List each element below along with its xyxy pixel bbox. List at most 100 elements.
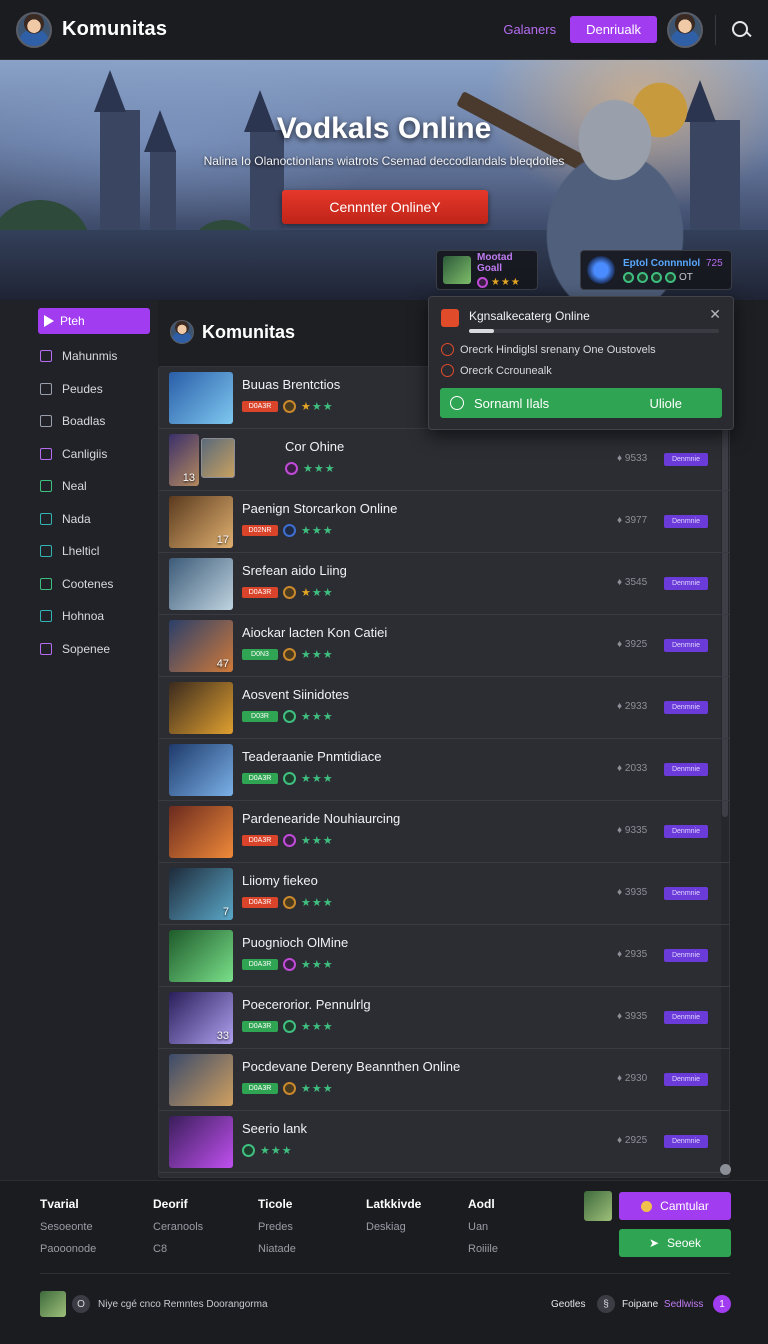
game-icon-thumbnail[interactable]: [201, 438, 235, 478]
footer-link[interactable]: Uan: [468, 1221, 498, 1233]
footer-primary-button[interactable]: Camtular: [619, 1192, 731, 1220]
game-row[interactable]: Seerio lank ★★★ ♦ 2925 Denmnie: [159, 1111, 729, 1173]
sidebar-item-mahunmis[interactable]: Mahunmis: [0, 340, 158, 373]
footer-link[interactable]: Niatade: [258, 1243, 296, 1255]
footer-secondary-button[interactable]: ➤ Seoek: [619, 1229, 731, 1257]
download-game-button[interactable]: Denmnie: [664, 701, 708, 714]
user-avatar[interactable]: [16, 11, 52, 48]
game-meta: D03R ★★★: [242, 710, 334, 723]
game-row[interactable]: 17 Paenign Storcarkon Online D02NR ★★★ ♦ 397…: [159, 491, 729, 553]
download-game-button[interactable]: Denmnie: [664, 887, 708, 900]
game-row[interactable]: Srefean aido Liing D0A3R ★★★ ♦ 3545 Denmnie: [159, 553, 729, 615]
game-row[interactable]: 7 Liiomy fiekeo D0A3R ★★★ ♦ 3935 Denmnie: [159, 863, 729, 925]
download-game-button[interactable]: Denmnie: [664, 763, 708, 776]
sidebar-item-cootenes[interactable]: Cootenes: [0, 568, 158, 601]
sidebar-item-lhelticl[interactable]: Lhelticl: [0, 535, 158, 568]
game-title[interactable]: Aosvent Siinidotes: [242, 687, 349, 702]
game-title[interactable]: Pardenearide Nouhiaurcing: [242, 811, 400, 826]
game-title[interactable]: Liiomy fiekeo: [242, 873, 318, 888]
footer-link[interactable]: Sesoeonte: [40, 1221, 96, 1233]
download-game-button[interactable]: Denmnie: [664, 1011, 708, 1024]
featured-card-2[interactable]: Eptol Connnnlol 725 OT: [580, 250, 732, 290]
rank-badge-icon: [283, 896, 296, 909]
game-thumbnail[interactable]: 13: [169, 434, 199, 486]
download-game-button[interactable]: Denmnie: [664, 1135, 708, 1148]
game-thumbnail[interactable]: 17: [169, 496, 233, 548]
card-thumbnail: [443, 256, 471, 284]
download-game-button[interactable]: Denmnie: [664, 949, 708, 962]
footer-link[interactable]: Deskiag: [366, 1221, 421, 1233]
download-game-button[interactable]: Denmnie: [664, 515, 708, 528]
game-thumbnail[interactable]: [169, 744, 233, 796]
game-row[interactable]: Teaderaanie Pnmtidiace D0A3R ★★★ ♦ 2033 Denm…: [159, 739, 729, 801]
sidebar-item-sopenee[interactable]: Sopenee: [0, 633, 158, 666]
popup-action-button[interactable]: Sornaml Ilals Uliole: [440, 388, 722, 418]
footer-label[interactable]: Geotles: [551, 1299, 585, 1310]
game-row[interactable]: 13 Cor Ohine ★★★ ♦ 9533 Denmnie: [159, 429, 729, 491]
rating-stars-icon: ★★★: [301, 835, 334, 847]
footer-link[interactable]: Predes: [258, 1221, 296, 1233]
thumbnail-number: 7: [222, 906, 229, 918]
game-title[interactable]: Cor Ohine: [285, 439, 344, 454]
status-tag: D0A3R: [242, 773, 278, 784]
sidebar-item-neal[interactable]: Neal: [0, 470, 158, 503]
featured-card-1[interactable]: Mootad Goall ★★★: [436, 250, 538, 290]
game-row[interactable]: Pardenearide Nouhiaurcing D0A3R ★★★ ♦ 9335 D…: [159, 801, 729, 863]
download-game-button[interactable]: Denmnie: [664, 825, 708, 838]
sidebar-item-nada[interactable]: Nada: [0, 503, 158, 536]
profile-avatar[interactable]: [667, 11, 703, 48]
footer-label[interactable]: Foipane Sedlwiss: [622, 1299, 703, 1310]
brand-title[interactable]: Komunitas: [62, 18, 167, 41]
close-icon[interactable]: ✕: [709, 306, 721, 323]
game-row[interactable]: 33 Poecerorior. Pennulrlg D0A3R ★★★ ♦ 3935 De…: [159, 987, 729, 1049]
game-thumbnail[interactable]: [169, 806, 233, 858]
game-thumbnail[interactable]: [169, 1054, 233, 1106]
footer-link[interactable]: Roiiile: [468, 1243, 498, 1255]
game-title[interactable]: Pocdevane Dereny Beannthen Online: [242, 1059, 460, 1074]
game-title[interactable]: Srefean aido Liing: [242, 563, 347, 578]
game-title[interactable]: Buuas Brentctios: [242, 377, 340, 392]
game-title[interactable]: Seerio lank: [242, 1121, 307, 1136]
game-title[interactable]: Teaderaanie Pnmtidiace: [242, 749, 381, 764]
download-button[interactable]: Denriualk: [570, 16, 657, 43]
notification-badge[interactable]: 1: [713, 1295, 731, 1313]
footer-link[interactable]: C8: [153, 1243, 203, 1255]
main-header: Komunitas: [170, 320, 295, 344]
game-row[interactable]: Aosvent Siinidotes D03R ★★★ ♦ 2933 Denmnie: [159, 677, 729, 739]
game-thumbnail[interactable]: 7: [169, 868, 233, 920]
sidebar-item-canligiis[interactable]: Canligiis: [0, 438, 158, 471]
galaners-link[interactable]: Galaners: [503, 22, 556, 37]
game-thumbnail[interactable]: [169, 682, 233, 734]
game-row[interactable]: 47 Aiockar lacten Kon Catiei D0N3 ★★★ ♦ 3925…: [159, 615, 729, 677]
sidebar-item-hohnoa[interactable]: Hohnoa: [0, 600, 158, 633]
game-title[interactable]: Poecerorior. Pennulrlg: [242, 997, 371, 1012]
footer-column: Aodl Uan Roiiile: [468, 1197, 498, 1265]
game-row[interactable]: Puognioch OlMine D0A3R ★★★ ♦ 2935 Denmnie: [159, 925, 729, 987]
game-thumbnail[interactable]: 33: [169, 992, 233, 1044]
game-title[interactable]: Aiockar lacten Kon Catiei: [242, 625, 387, 640]
sidebar-item-pteh[interactable]: Pteh: [38, 308, 150, 334]
download-game-button[interactable]: Denmnie: [664, 453, 708, 466]
game-thumbnail[interactable]: [169, 372, 233, 424]
game-thumbnail[interactable]: [169, 1116, 233, 1168]
footer-link[interactable]: Paooonode: [40, 1243, 96, 1255]
download-game-button[interactable]: Denmnie: [664, 577, 708, 590]
card-title: Mootad Goall: [477, 252, 513, 274]
download-game-button[interactable]: Denmnie: [664, 639, 708, 652]
search-icon[interactable]: [730, 19, 752, 41]
download-game-button[interactable]: Denmnie: [664, 1073, 708, 1086]
game-title[interactable]: Paenign Storcarkon Online: [242, 501, 397, 516]
game-title[interactable]: Puognioch OlMine: [242, 935, 348, 950]
settings-icon[interactable]: §: [597, 1295, 615, 1313]
game-thumbnail[interactable]: [169, 558, 233, 610]
footer-link[interactable]: Ceranools: [153, 1221, 203, 1233]
scroll-down-icon[interactable]: [720, 1164, 731, 1175]
hero-cta-button[interactable]: Cennnter OnlineY: [282, 190, 488, 224]
game-thumbnail[interactable]: 47: [169, 620, 233, 672]
sidebar-item-boadlas[interactable]: Boadlas: [0, 405, 158, 438]
card-count: 725: [705, 257, 723, 269]
game-row[interactable]: Pocdevane Dereny Beannthen Online D0A3R ★★…: [159, 1049, 729, 1111]
sidebar-item-peudes[interactable]: Peudes: [0, 373, 158, 406]
sidebar-item-label: Sopenee: [62, 641, 111, 656]
game-thumbnail[interactable]: [169, 930, 233, 982]
